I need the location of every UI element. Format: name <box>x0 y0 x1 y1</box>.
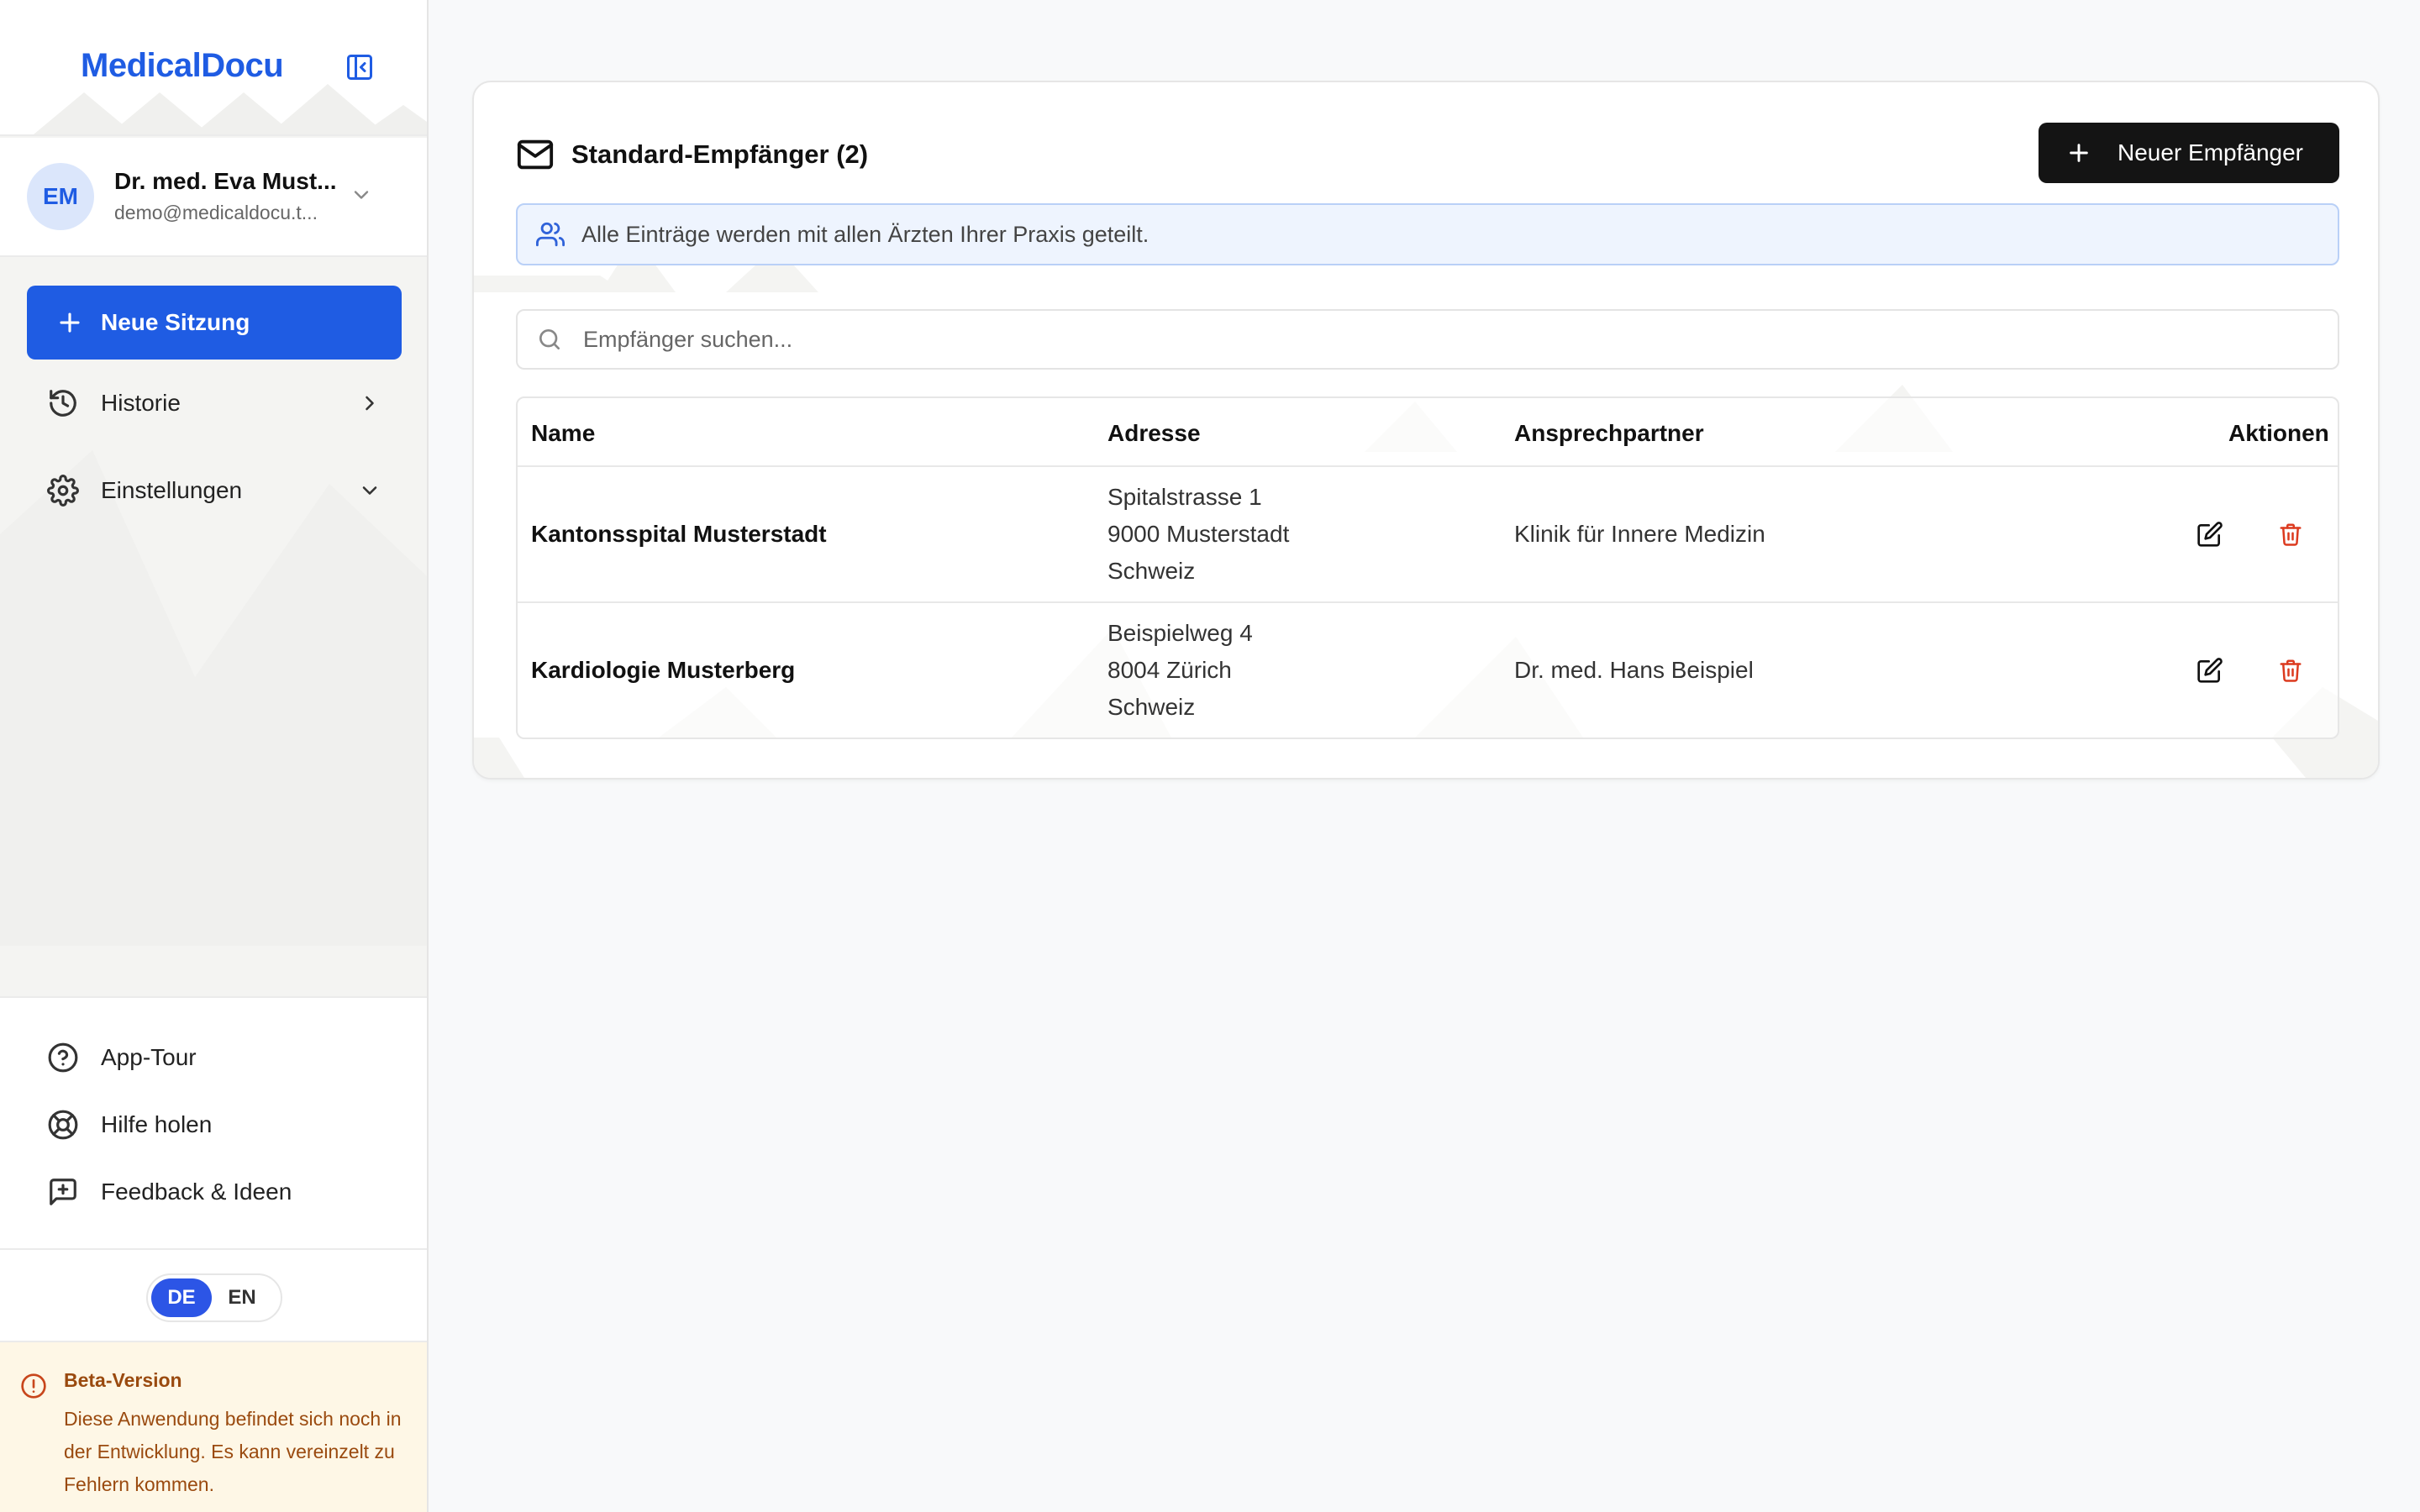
language-switcher-area: DE EN <box>0 1248 427 1342</box>
beta-text: Diese Anwendung befindet sich noch in de… <box>64 1408 402 1495</box>
table-row: Kantonsspital Musterstadt Spitalstrasse … <box>518 467 2338 601</box>
life-buoy-icon <box>48 1110 78 1140</box>
beta-title: Beta-Version <box>64 1369 182 1391</box>
table-row: Kardiologie Musterberg Beispielweg 4 800… <box>518 603 2338 738</box>
column-header-address: Adresse <box>1107 420 1201 446</box>
recipient-search <box>516 309 2339 370</box>
trash-icon[interactable] <box>2274 517 2307 551</box>
sidebar-item-settings[interactable]: Einstellungen <box>27 460 402 521</box>
gear-icon <box>47 475 79 507</box>
address-line: 9000 Musterstadt <box>1107 521 1290 547</box>
app-tour-label: App-Tour <box>101 1044 197 1070</box>
new-recipient-button[interactable]: Neuer Empfänger <box>2039 123 2339 183</box>
info-text: Alle Einträge werden mit allen Ärzten Ih… <box>581 221 1150 247</box>
new-session-button[interactable]: Neue Sitzung <box>27 286 402 360</box>
address-line: Schweiz <box>1107 694 1196 720</box>
column-header-contact: Ansprechpartner <box>1514 420 1704 446</box>
user-email: demo@medicaldocu.t... <box>114 202 318 223</box>
sidebar-item-label: Einstellungen <box>101 477 243 503</box>
get-help-label: Hilfe holen <box>101 1111 213 1137</box>
feedback-label: Feedback & Ideen <box>101 1179 292 1205</box>
recipients-table: Name Adresse Ansprechpartner Aktionen Ka… <box>516 396 2339 739</box>
beta-notice: Beta-Version Diese Anwendung befindet si… <box>0 1342 427 1512</box>
sidebar-collapse-icon[interactable] <box>343 50 376 84</box>
sidebar-item-history[interactable]: Historie <box>27 373 402 433</box>
avatar: EM <box>27 163 94 230</box>
recipient-address: Beispielweg 4 8004 Zürich Schweiz <box>1107 615 1253 726</box>
language-de-button[interactable]: DE <box>151 1278 212 1317</box>
feedback-link[interactable]: Feedback & Ideen <box>47 1176 292 1208</box>
card-title: Standard-Empfänger (2) <box>516 138 868 171</box>
app-tour-link[interactable]: App-Tour <box>47 1042 197 1074</box>
new-recipient-label: Neuer Empfänger <box>2118 139 2304 165</box>
column-header-name: Name <box>531 420 596 446</box>
card-title-text: Standard-Empfänger (2) <box>571 139 869 169</box>
message-plus-icon <box>50 1179 76 1205</box>
user-menu[interactable]: EM Dr. med. Eva Must... demo@medicaldocu… <box>0 138 427 257</box>
help-circle-icon <box>48 1042 78 1073</box>
edit-icon[interactable] <box>2193 517 2227 551</box>
history-icon <box>50 390 76 417</box>
mail-icon <box>517 139 554 170</box>
sidebar-footer: App-Tour Hilfe holen Feedback & Ideen DE… <box>0 996 427 1512</box>
column-header-actions: Aktionen <box>2228 420 2329 446</box>
language-en-button[interactable]: EN <box>212 1278 272 1317</box>
users-icon <box>536 222 565 247</box>
recipient-address: Spitalstrasse 1 9000 Musterstadt Schweiz <box>1107 479 1289 590</box>
nav-mountain-pattern <box>0 450 427 946</box>
new-session-label: Neue Sitzung <box>101 309 250 335</box>
recipient-name: Kardiologie Musterberg <box>531 657 796 683</box>
chevron-down-icon <box>362 486 377 495</box>
get-help-link[interactable]: Hilfe holen <box>47 1109 212 1141</box>
address-line: Spitalstrasse 1 <box>1107 484 1262 510</box>
edit-icon[interactable] <box>2193 654 2227 687</box>
chevron-right-icon <box>366 396 374 411</box>
recipient-contact: Klinik für Innere Medizin <box>1514 521 1765 547</box>
recipient-contact: Dr. med. Hans Beispiel <box>1514 657 1754 683</box>
recipient-name: Kantonsspital Musterstadt <box>531 521 827 547</box>
search-input[interactable] <box>583 326 2338 353</box>
sidebar-item-label: Historie <box>101 390 181 416</box>
address-line: 8004 Zürich <box>1107 657 1232 683</box>
app-logo: MedicalDocu <box>81 47 284 84</box>
recipients-card: Standard-Empfänger (2) Neuer Empfänger A… <box>472 81 2380 780</box>
language-toggle: DE EN <box>146 1273 282 1322</box>
address-line: Schweiz <box>1107 558 1196 584</box>
alert-circle-icon <box>21 1373 46 1399</box>
plus-icon <box>2070 144 2088 162</box>
shared-info-banner: Alle Einträge werden mit allen Ärzten Ih… <box>516 203 2339 265</box>
chevron-down-icon <box>354 191 369 199</box>
search-icon <box>539 329 560 349</box>
sidebar-header: MedicalDocu <box>0 0 427 136</box>
sidebar: MedicalDocu EM Dr. med. Eva Must... demo… <box>0 0 429 1512</box>
address-line: Beispielweg 4 <box>1107 620 1253 646</box>
trash-icon[interactable] <box>2274 654 2307 687</box>
sidebar-nav-area <box>0 257 427 996</box>
user-name: Dr. med. Eva Must... <box>114 168 337 194</box>
plus-icon <box>60 312 80 333</box>
